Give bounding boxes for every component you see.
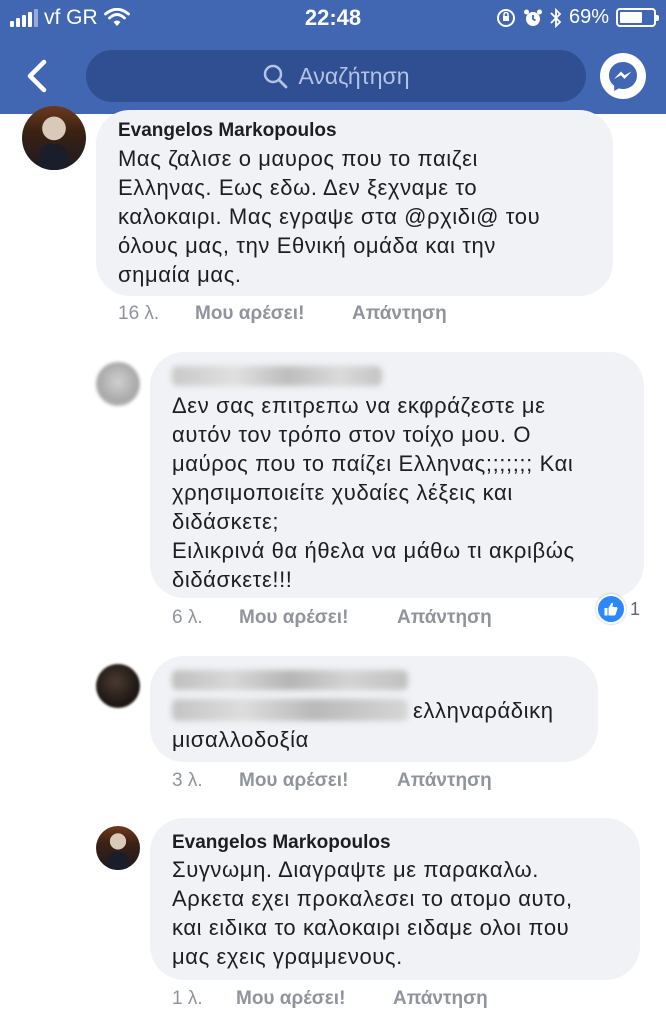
reply-button[interactable]: Απάντηση [352,303,447,325]
search-input[interactable]: Αναζήτηση [86,50,586,102]
bluetooth-icon [550,7,562,28]
search-placeholder: Αναζήτηση [298,62,410,89]
comment-text: Συγνωμη. Διαγραψτε με παρακαλω. Αρκετα ε… [172,857,573,969]
reply-button[interactable]: Απάντηση [393,988,488,1010]
comment-actions: 6 λ. Μου αρέσει! Απάντηση [172,607,492,629]
reply-button[interactable]: Απάντηση [397,770,492,792]
comment-actions: 1 λ. Μου αρέσει! Απάντηση [172,988,488,1010]
orientation-lock-icon [496,8,515,27]
back-button[interactable] [20,56,56,96]
comment-timestamp[interactable]: 16 λ. [118,303,195,325]
alarm-icon [523,9,542,26]
blurred-mention [172,699,408,721]
comment-text: ελληναράδικη [413,698,554,723]
like-reaction-icon [596,594,626,624]
reply-button[interactable]: Απάντηση [397,607,492,629]
battery-percentage: 69% [568,6,609,28]
status-bar: vf GR 22:48 69% [0,0,666,36]
comment-author[interactable]: Evangelos Markopoulos [172,832,391,854]
messenger-button[interactable] [600,53,646,99]
comment-text: Μας ζαλισε ο μαυρος που το παιζει Ελληνα… [118,146,541,287]
avatar[interactable] [22,106,86,170]
avatar[interactable] [96,362,140,406]
comment-author[interactable]: Evangelos Markopoulos [118,120,337,142]
like-button[interactable]: Μου αρέσει! [239,770,397,792]
blurred-author-name [172,366,382,386]
battery-icon [616,8,659,27]
search-icon [264,64,288,89]
comment-text: μισαλλοδοξία [172,727,309,752]
blurred-author-name [172,670,408,690]
like-button[interactable]: Μου αρέσει! [195,303,352,325]
comment-timestamp[interactable]: 6 λ. [172,607,239,629]
comment-timestamp[interactable]: 3 λ. [172,770,239,792]
reaction-count: 1 [630,598,641,619]
avatar[interactable] [96,826,140,870]
like-button[interactable]: Μου αρέσει! [239,607,397,629]
avatar[interactable] [96,664,140,708]
messenger-icon [609,62,637,91]
reaction-summary[interactable]: 1 [596,594,640,624]
like-button[interactable]: Μου αρέσει! [236,988,393,1010]
comment-timestamp[interactable]: 1 λ. [172,988,236,1010]
comment-actions: 16 λ. Μου αρέσει! Απάντηση [118,303,447,325]
comment-text: Δεν σας επιτρεπω να εκφράζεστε με αυτόν … [172,393,575,592]
top-bar: vf GR 22:48 69% Αναζήτηση [0,0,666,114]
chevron-left-icon [27,59,47,93]
comment-actions: 3 λ. Μου αρέσει! Απάντηση [172,770,492,792]
